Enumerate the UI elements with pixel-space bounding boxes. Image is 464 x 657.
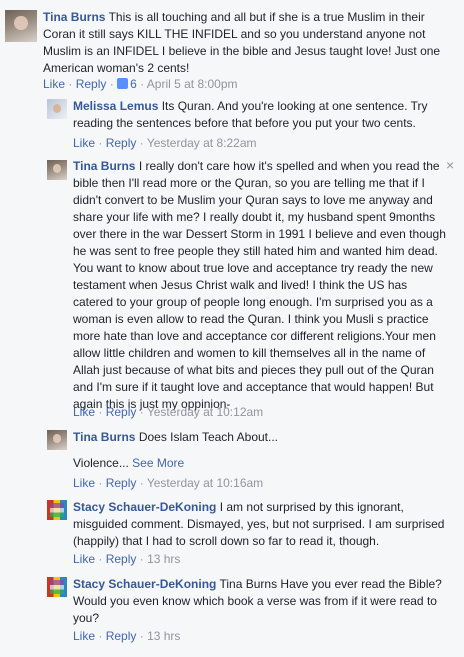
timestamp[interactable]: April 5 at 8:00pm: [147, 77, 238, 91]
comment-actions: Like · Reply · Yesterday at 10:12am: [73, 405, 263, 419]
separator: ·: [98, 136, 103, 150]
reply-link[interactable]: Reply: [106, 552, 137, 566]
comment-text: Does Islam Teach About...: [138, 430, 279, 444]
reply-link[interactable]: Reply: [106, 136, 137, 150]
comment-actions: Like · Reply · 13 hrs: [73, 552, 180, 566]
timestamp[interactable]: Yesterday at 10:16am: [147, 476, 263, 490]
see-more-link[interactable]: See More: [132, 456, 184, 470]
comment-actions: Like · Reply · 13 hrs: [73, 629, 180, 643]
reply-link[interactable]: Reply: [106, 629, 137, 643]
comment-author[interactable]: Stacy Schauer-DeKoning: [73, 577, 216, 591]
timestamp[interactable]: Yesterday at 8:22am: [147, 136, 257, 150]
separator: ·: [139, 136, 144, 150]
separator: ·: [139, 476, 144, 490]
avatar[interactable]: [5, 10, 37, 42]
comment-actions: Like · Reply · Yesterday at 10:16am: [73, 476, 263, 490]
close-icon[interactable]: ×: [446, 157, 454, 173]
separator: ·: [98, 629, 103, 643]
comment-body: Melissa Lemus Its Quran. And you're look…: [73, 98, 448, 132]
timestamp[interactable]: 13 hrs: [147, 629, 180, 643]
separator: ·: [68, 77, 73, 91]
comment-author[interactable]: Tina Burns: [43, 10, 105, 24]
comment-author[interactable]: Tina Burns: [73, 159, 135, 173]
reply-link[interactable]: Reply: [106, 476, 137, 490]
comment-body: Tina Burns Does Islam Teach About...: [73, 429, 448, 446]
separator: ·: [140, 77, 145, 91]
avatar[interactable]: [47, 430, 67, 450]
comment-body: Stacy Schauer-DeKoning I am not surprise…: [73, 499, 448, 550]
comment-text: I really don't care how it's spelled and…: [73, 159, 446, 411]
comment-author[interactable]: Stacy Schauer-DeKoning: [73, 500, 216, 514]
avatar[interactable]: [47, 577, 67, 597]
separator: ·: [139, 405, 144, 419]
timestamp[interactable]: Yesterday at 10:12am: [147, 405, 263, 419]
avatar[interactable]: [47, 99, 67, 119]
reply-link[interactable]: Reply: [106, 405, 137, 419]
comment-text-continued: Violence... See More: [73, 455, 448, 472]
avatar[interactable]: [47, 500, 67, 520]
comment-author[interactable]: Tina Burns: [73, 430, 135, 444]
comment-body: Tina Burns This is all touching and all …: [43, 9, 458, 77]
comment-author[interactable]: Melissa Lemus: [73, 99, 158, 113]
reply-link[interactable]: Reply: [76, 77, 107, 91]
separator: ·: [139, 552, 144, 566]
timestamp[interactable]: 13 hrs: [147, 552, 180, 566]
like-count[interactable]: 6: [117, 77, 137, 91]
separator: ·: [98, 476, 103, 490]
separator: ·: [139, 629, 144, 643]
comment-text: Violence...: [73, 456, 129, 470]
like-count-value: 6: [130, 77, 137, 91]
like-icon: [117, 78, 129, 89]
separator: ·: [98, 405, 103, 419]
separator: ·: [109, 77, 114, 91]
like-link[interactable]: Like: [73, 552, 95, 566]
like-link[interactable]: Like: [43, 77, 65, 91]
like-link[interactable]: Like: [73, 405, 95, 419]
comment-body: Stacy Schauer-DeKoning Tina Burns Have y…: [73, 576, 448, 627]
avatar[interactable]: [47, 160, 67, 180]
comment-actions: Like · Reply · 6 · April 5 at 8:00pm: [43, 77, 238, 91]
like-link[interactable]: Like: [73, 476, 95, 490]
separator: ·: [98, 552, 103, 566]
comment-body: Tina Burns I really don't care how it's …: [73, 158, 446, 413]
comment-actions: Like · Reply · Yesterday at 8:22am: [73, 136, 257, 150]
like-link[interactable]: Like: [73, 629, 95, 643]
like-link[interactable]: Like: [73, 136, 95, 150]
